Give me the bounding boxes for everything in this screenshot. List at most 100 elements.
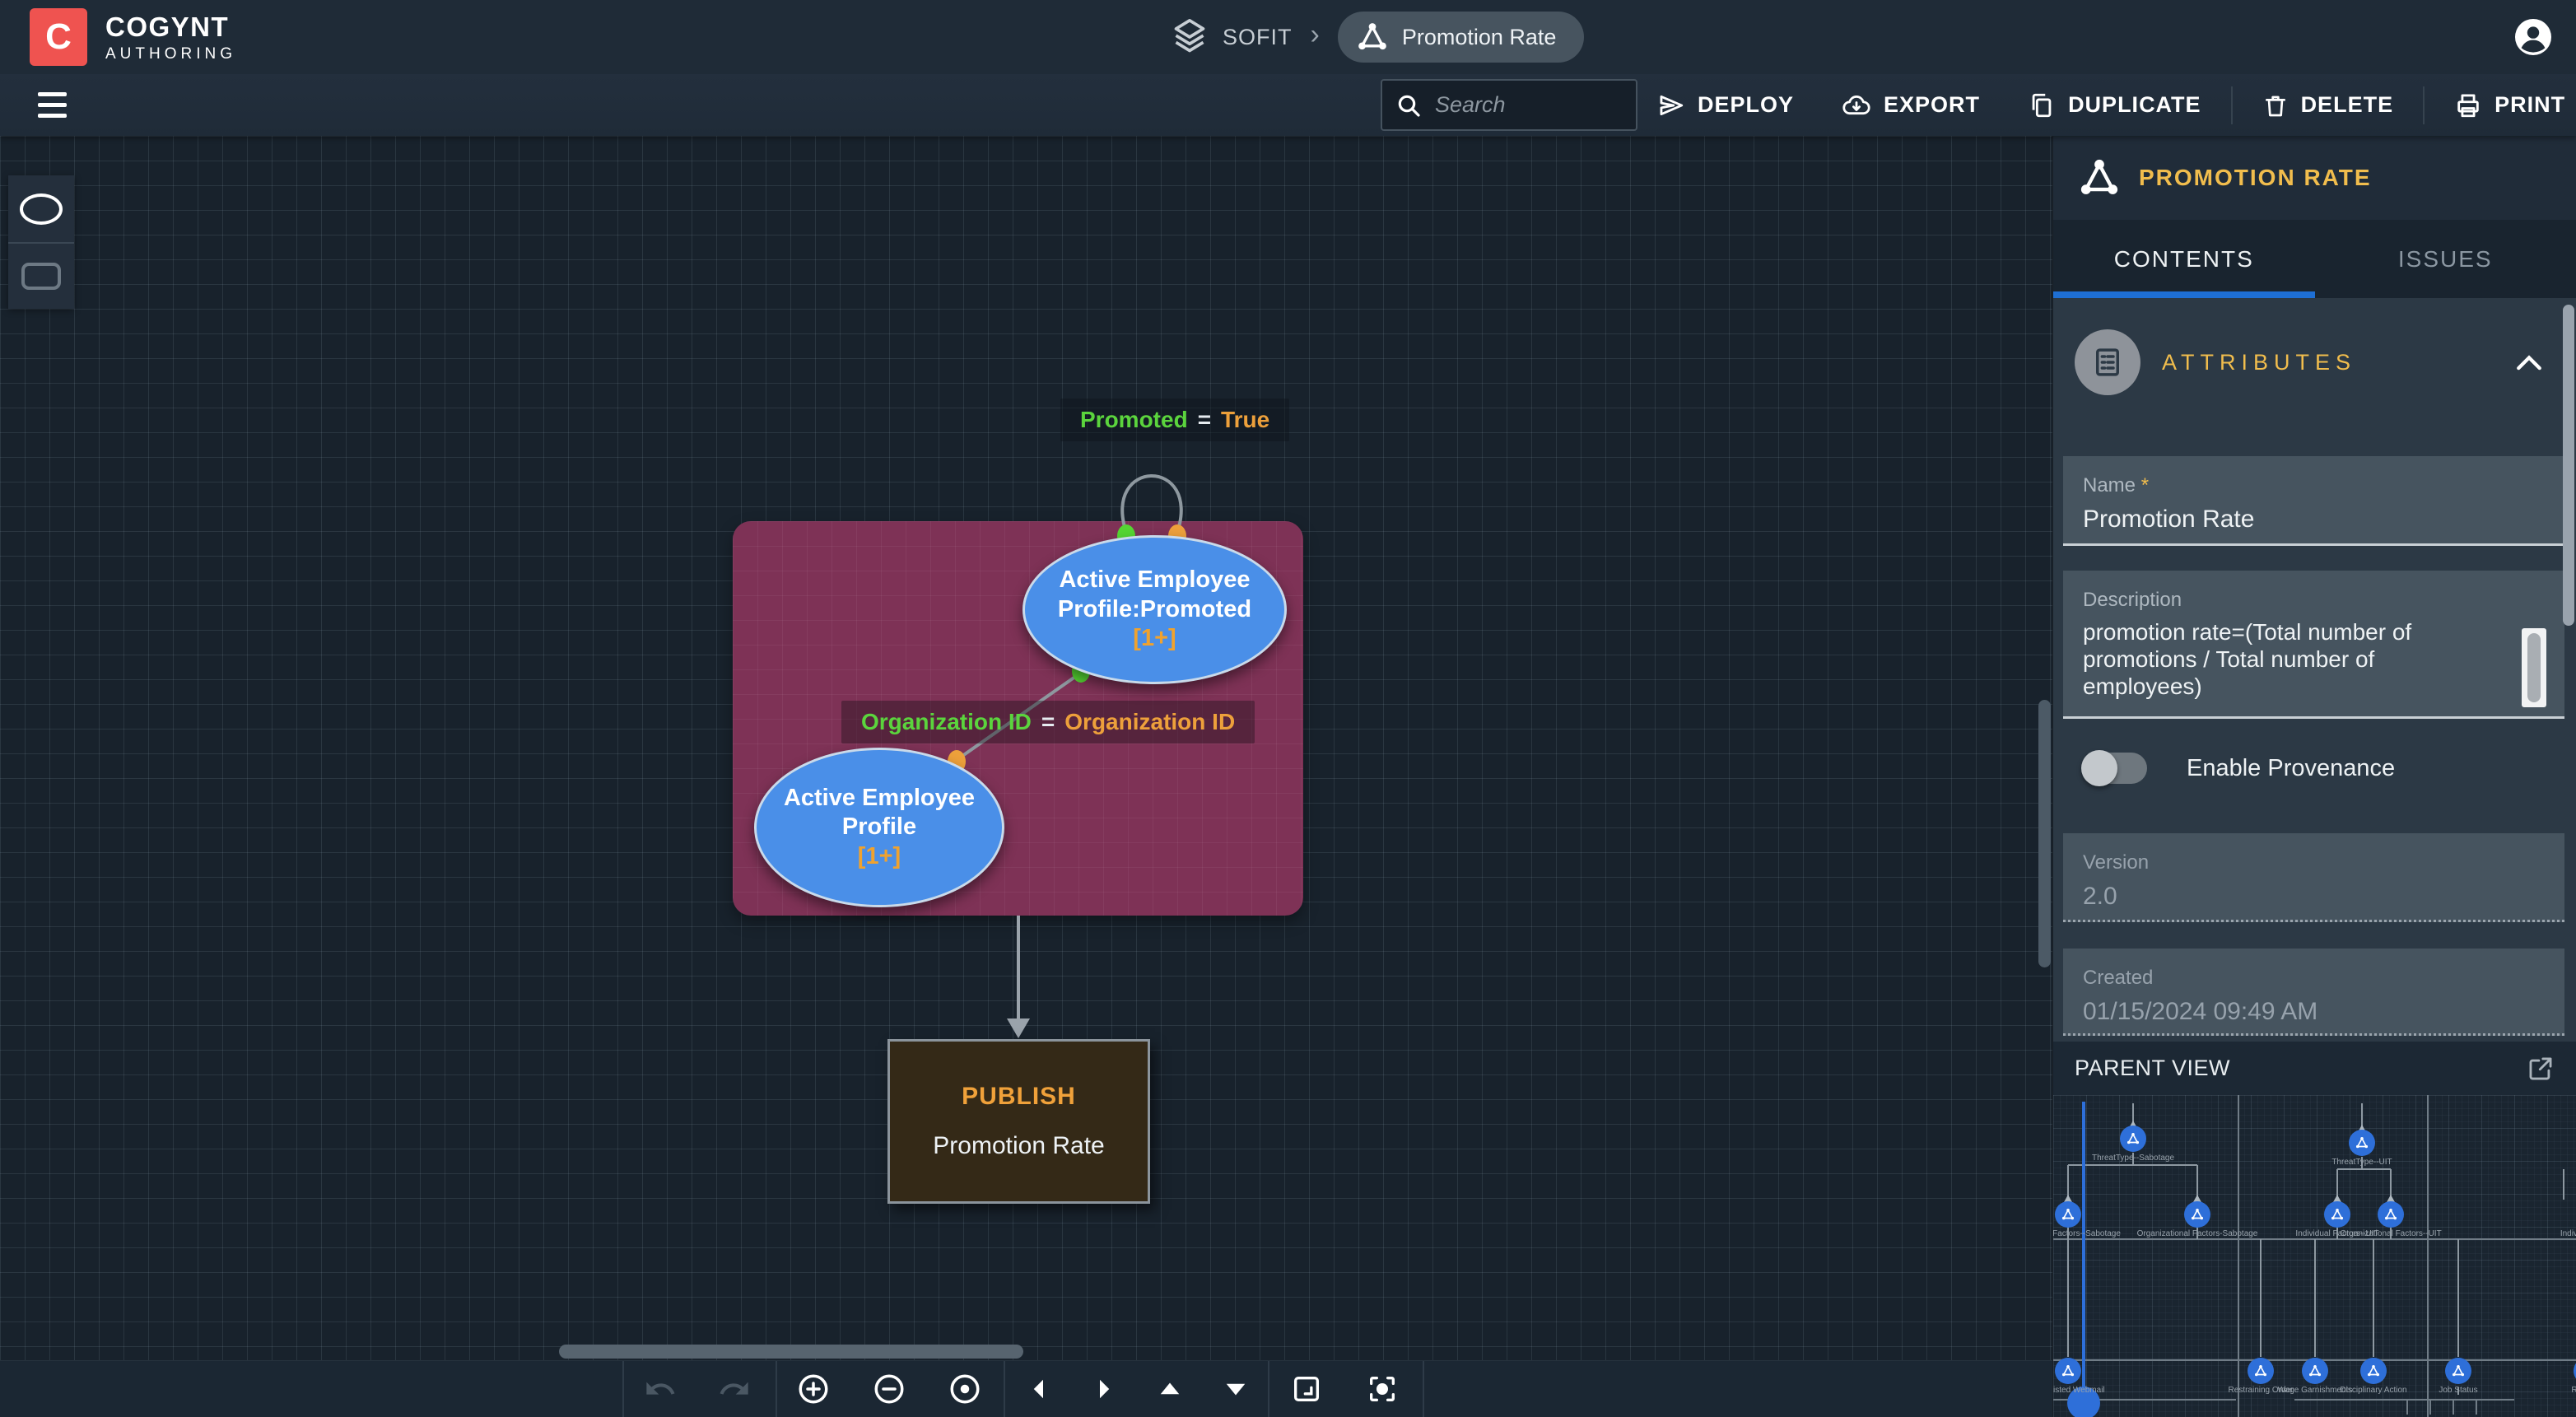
node-active-employee-profile-promoted[interactable]: Active Employee Profile:Promoted [1+]	[1022, 535, 1287, 684]
toggle-knob	[2081, 750, 2117, 786]
search-input[interactable]	[1433, 91, 1623, 119]
brand-subtitle: AUTHORING	[105, 46, 236, 62]
canvas-vertical-scrollbar[interactable]	[2038, 700, 2051, 967]
deploy-send-icon	[1657, 91, 1685, 119]
name-label: Name *	[2083, 474, 2545, 497]
zoom-out-icon[interactable]	[872, 1372, 906, 1406]
minimap-node	[2324, 1201, 2350, 1228]
breadcrumb: SOFIT › Promotion Rate	[1172, 0, 1584, 74]
minimap-node-label: Blacklisted Webmail	[2053, 1386, 2105, 1395]
ellipse-shape-icon	[20, 193, 63, 225]
pan-left-icon[interactable]	[1027, 1377, 1051, 1401]
fit-view-icon[interactable]	[1290, 1373, 1323, 1405]
breadcrumb-item-current[interactable]: Promotion Rate	[1338, 12, 1585, 63]
export-button[interactable]: EXPORT	[1842, 91, 1980, 119]
deploy-button[interactable]: DEPLOY	[1657, 91, 1794, 119]
panel-tabs: CONTENTS ISSUES	[2053, 220, 2576, 298]
minimap-node-label: Organizational Factors--UIT	[2340, 1229, 2441, 1238]
zoom-reset-icon[interactable]	[948, 1372, 982, 1406]
pan-right-icon[interactable]	[1092, 1377, 1116, 1401]
minimap-node-label: Individual Factors--Sabotage	[2053, 1229, 2121, 1238]
menu-hamburger-icon[interactable]	[38, 87, 71, 122]
parent-view-minimap[interactable]: ThreatType--Sabotage Individual Factors--…	[2053, 1095, 2576, 1417]
created-value: 01/15/2024 09:49 AM	[2083, 998, 2545, 1026]
node-cardinality: [1+]	[858, 842, 901, 871]
minimap-node	[2302, 1358, 2328, 1384]
breadcrumb-current-label: Promotion Rate	[1402, 25, 1557, 50]
print-printer-icon	[2454, 91, 2482, 119]
logo-icon: C	[30, 8, 87, 66]
node-active-employee-profile[interactable]: Active Employee Profile [1+]	[754, 748, 1004, 907]
created-label: Created	[2083, 967, 2545, 990]
minimap-node	[2055, 1358, 2081, 1384]
duplicate-copy-icon	[2028, 91, 2056, 119]
search-icon	[1395, 92, 1422, 119]
panel-contents: ATTRIBUTES Name * Description promotion …	[2053, 298, 2576, 1042]
minimap-node-label: Records	[2571, 1386, 2576, 1395]
open-in-new-icon[interactable]	[2527, 1055, 2555, 1083]
print-button[interactable]: PRINT	[2454, 91, 2565, 119]
toolbar-actions: DEPLOY EXPORT DUPLICATE	[1657, 74, 2565, 136]
palette-ellipse-tool[interactable]	[8, 175, 74, 242]
panel-header: PROMOTION RATE	[2053, 136, 2576, 220]
attributes-side-panel: PROMOTION RATE CONTENTS ISSUES ATTRIBUTE…	[2052, 136, 2576, 1417]
name-field[interactable]: Name *	[2063, 456, 2564, 546]
publish-title: PUBLISH	[962, 1083, 1076, 1111]
attributes-section-header[interactable]: ATTRIBUTES	[2075, 329, 2543, 395]
duplicate-button[interactable]: DUPLICATE	[2028, 91, 2201, 119]
user-avatar-icon[interactable]	[2513, 17, 2553, 57]
minimap-node-label: Individual Factors	[2560, 1229, 2576, 1238]
publish-node[interactable]: PUBLISH Promotion Rate	[887, 1039, 1150, 1204]
description-scrollbar-thumb[interactable]	[2527, 633, 2541, 702]
minimap-node	[2349, 1130, 2375, 1156]
attributes-list-icon	[2075, 329, 2140, 395]
version-label: Version	[2083, 851, 2545, 874]
rectangle-shape-icon	[21, 263, 61, 290]
name-input[interactable]	[2083, 506, 2545, 534]
breadcrumb-item-sofit[interactable]: SOFIT	[1223, 25, 1293, 50]
tab-contents[interactable]: CONTENTS	[2053, 220, 2315, 298]
node-cardinality: [1+]	[1133, 624, 1176, 653]
brand-logo[interactable]: C COGYNT AUTHORING	[30, 8, 236, 66]
chevron-up-icon[interactable]	[2515, 353, 2543, 371]
delete-trash-icon	[2262, 91, 2289, 119]
description-field[interactable]: Description promotion rate=(Total number…	[2063, 571, 2564, 719]
version-field: Version 2.0	[2063, 833, 2564, 922]
provenance-row: Enable Provenance	[2085, 753, 2395, 784]
layers-icon	[1172, 17, 1208, 57]
minimap-node-label: ThreatType--Sabotage	[2092, 1154, 2174, 1163]
minimap-node-label: Disciplinary Action	[2340, 1386, 2406, 1395]
export-cloud-download-icon	[1842, 91, 1871, 119]
center-focus-icon[interactable]	[1366, 1373, 1399, 1405]
provenance-label: Enable Provenance	[2187, 755, 2395, 782]
minimap-node	[2378, 1201, 2404, 1228]
diagram-canvas[interactable]: Promoted = True Active Employee Profile:…	[0, 136, 2052, 1417]
app-window: C COGYNT AUTHORING SOFIT ›	[0, 0, 2576, 1417]
pan-up-icon[interactable]	[1158, 1377, 1182, 1401]
pan-down-icon[interactable]	[1223, 1377, 1248, 1401]
undo-icon[interactable]	[644, 1373, 677, 1405]
join-condition-label[interactable]: Organization ID = Organization ID	[841, 701, 1255, 743]
minimap-node	[2360, 1358, 2387, 1384]
minimap-node	[2248, 1358, 2274, 1384]
panel-title: PROMOTION RATE	[2139, 165, 2372, 191]
description-label: Description	[2083, 589, 2545, 612]
tab-issues[interactable]: ISSUES	[2315, 220, 2576, 298]
canvas-toolbar: DEPLOY EXPORT DUPLICATE	[0, 74, 2576, 136]
palette-rect-tool[interactable]	[8, 242, 74, 309]
description-input[interactable]: promotion rate=(Total number of promotio…	[2083, 618, 2478, 700]
canvas-horizontal-scrollbar[interactable]	[559, 1345, 1023, 1359]
parent-view-header: PARENT VIEW	[2053, 1042, 2576, 1095]
search-box[interactable]	[1381, 79, 1637, 131]
redo-icon[interactable]	[718, 1373, 751, 1405]
minimap-node	[2055, 1201, 2081, 1228]
panel-scrollbar-thumb[interactable]	[2563, 305, 2574, 626]
condition-label[interactable]: Promoted = True	[1060, 399, 1289, 441]
version-value: 2.0	[2083, 883, 2545, 911]
zoom-in-icon[interactable]	[796, 1372, 831, 1406]
publish-edge-arrowhead	[1007, 1018, 1030, 1038]
delete-button[interactable]: DELETE	[2262, 91, 2394, 119]
node-label: Profile	[842, 813, 916, 841]
enable-provenance-toggle[interactable]	[2085, 753, 2147, 784]
attributes-title: ATTRIBUTES	[2162, 350, 2494, 375]
